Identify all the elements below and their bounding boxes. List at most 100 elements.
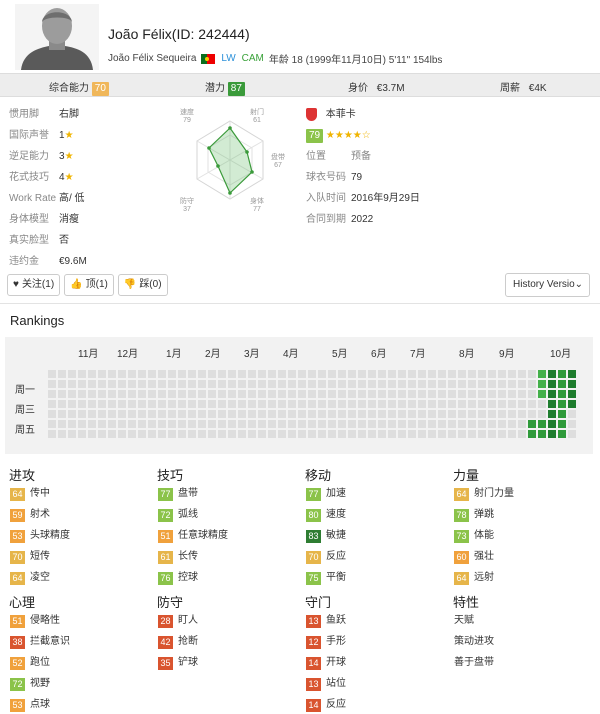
- heatmap-cell[interactable]: [238, 390, 246, 398]
- heatmap-cell[interactable]: [388, 430, 396, 438]
- heatmap-cell[interactable]: [208, 400, 216, 408]
- heatmap-cell[interactable]: [338, 400, 346, 408]
- heatmap-cell[interactable]: [528, 380, 536, 388]
- heatmap-cell[interactable]: [178, 420, 186, 428]
- heatmap-cell[interactable]: [58, 390, 66, 398]
- heatmap-cell[interactable]: [518, 400, 526, 408]
- heatmap-cell[interactable]: [218, 420, 226, 428]
- heatmap-cell[interactable]: [398, 370, 406, 378]
- heatmap-cell[interactable]: [108, 400, 116, 408]
- heatmap-cell[interactable]: [408, 390, 416, 398]
- heatmap-cell[interactable]: [238, 380, 246, 388]
- heatmap-cell[interactable]: [508, 410, 516, 418]
- heatmap-cell[interactable]: [188, 380, 196, 388]
- heatmap-cell[interactable]: [158, 400, 166, 408]
- heatmap-cell[interactable]: [448, 390, 456, 398]
- heatmap-cell[interactable]: [268, 390, 276, 398]
- heatmap-cell[interactable]: [208, 390, 216, 398]
- heatmap-cell[interactable]: [498, 400, 506, 408]
- heatmap-cell[interactable]: [108, 430, 116, 438]
- heatmap-cell[interactable]: [328, 370, 336, 378]
- heatmap-cell[interactable]: [518, 420, 526, 428]
- heatmap-cell[interactable]: [318, 410, 326, 418]
- heatmap-cell[interactable]: [198, 380, 206, 388]
- heatmap-cell[interactable]: [188, 370, 196, 378]
- heatmap-cell[interactable]: [388, 410, 396, 418]
- heatmap-cell[interactable]: [308, 390, 316, 398]
- heatmap-cell[interactable]: [328, 400, 336, 408]
- heatmap-cell[interactable]: [408, 400, 416, 408]
- heatmap-cell[interactable]: [358, 420, 366, 428]
- heatmap-cell[interactable]: [448, 400, 456, 408]
- heatmap-cell[interactable]: [98, 400, 106, 408]
- heatmap-cell[interactable]: [198, 410, 206, 418]
- heatmap-cell[interactable]: [388, 380, 396, 388]
- heatmap-cell[interactable]: [158, 380, 166, 388]
- heatmap-cell[interactable]: [498, 390, 506, 398]
- heatmap-cell[interactable]: [458, 400, 466, 408]
- heatmap-cell[interactable]: [258, 370, 266, 378]
- heatmap-cell[interactable]: [318, 400, 326, 408]
- heatmap-cell[interactable]: [108, 370, 116, 378]
- history-version-select[interactable]: History Versio ⌄: [505, 273, 590, 297]
- heatmap-cell[interactable]: [468, 380, 476, 388]
- heatmap-cell[interactable]: [58, 370, 66, 378]
- heatmap-cell[interactable]: [338, 420, 346, 428]
- heatmap-cell[interactable]: [238, 430, 246, 438]
- heatmap-cell[interactable]: [148, 430, 156, 438]
- dislike-button[interactable]: 👎 踩(0): [117, 274, 168, 296]
- heatmap-cell[interactable]: [78, 390, 86, 398]
- heatmap-cell[interactable]: [438, 420, 446, 428]
- heatmap-cell[interactable]: [168, 390, 176, 398]
- heatmap-cell[interactable]: [128, 380, 136, 388]
- heatmap-cell[interactable]: [88, 380, 96, 388]
- heatmap-cell[interactable]: [518, 390, 526, 398]
- heatmap-cell[interactable]: [88, 390, 96, 398]
- heatmap-cell[interactable]: [278, 380, 286, 388]
- heatmap-cell[interactable]: [218, 390, 226, 398]
- heatmap-cell[interactable]: [48, 380, 56, 388]
- heatmap-cell[interactable]: [248, 380, 256, 388]
- heatmap-cell[interactable]: [98, 390, 106, 398]
- heatmap-cell[interactable]: [218, 380, 226, 388]
- heatmap-cell[interactable]: [188, 420, 196, 428]
- heatmap-cell[interactable]: [288, 430, 296, 438]
- heatmap-cell[interactable]: [508, 380, 516, 388]
- heatmap-cell[interactable]: [188, 390, 196, 398]
- heatmap-cell[interactable]: [288, 390, 296, 398]
- heatmap-cell[interactable]: [348, 370, 356, 378]
- heatmap-cell[interactable]: [558, 430, 566, 438]
- heatmap-cell[interactable]: [208, 420, 216, 428]
- heatmap-cell[interactable]: [188, 400, 196, 408]
- heatmap-cell[interactable]: [348, 400, 356, 408]
- heatmap-cell[interactable]: [58, 430, 66, 438]
- heatmap-cell[interactable]: [248, 420, 256, 428]
- heatmap-cell[interactable]: [298, 370, 306, 378]
- heatmap-cell[interactable]: [228, 410, 236, 418]
- heatmap-cell[interactable]: [388, 370, 396, 378]
- heatmap-cell[interactable]: [368, 390, 376, 398]
- heatmap-cell[interactable]: [448, 430, 456, 438]
- heatmap-cell[interactable]: [198, 390, 206, 398]
- heatmap-cell[interactable]: [138, 410, 146, 418]
- heatmap-cell[interactable]: [398, 410, 406, 418]
- heatmap-cell[interactable]: [398, 420, 406, 428]
- heatmap-cell[interactable]: [368, 370, 376, 378]
- heatmap-cell[interactable]: [98, 410, 106, 418]
- heatmap-cell[interactable]: [128, 400, 136, 408]
- heatmap-cell[interactable]: [58, 400, 66, 408]
- heatmap-cell[interactable]: [118, 400, 126, 408]
- heatmap-cell[interactable]: [438, 370, 446, 378]
- heatmap-cell[interactable]: [398, 390, 406, 398]
- heatmap-cell[interactable]: [558, 380, 566, 388]
- heatmap-cell[interactable]: [318, 370, 326, 378]
- heatmap-cell[interactable]: [338, 390, 346, 398]
- heatmap-cell[interactable]: [228, 380, 236, 388]
- heatmap-cell[interactable]: [458, 410, 466, 418]
- heatmap-cell[interactable]: [548, 390, 556, 398]
- heatmap-cell[interactable]: [318, 420, 326, 428]
- heatmap-cell[interactable]: [418, 420, 426, 428]
- heatmap-cell[interactable]: [308, 420, 316, 428]
- heatmap-cell[interactable]: [538, 390, 546, 398]
- heatmap-cell[interactable]: [58, 420, 66, 428]
